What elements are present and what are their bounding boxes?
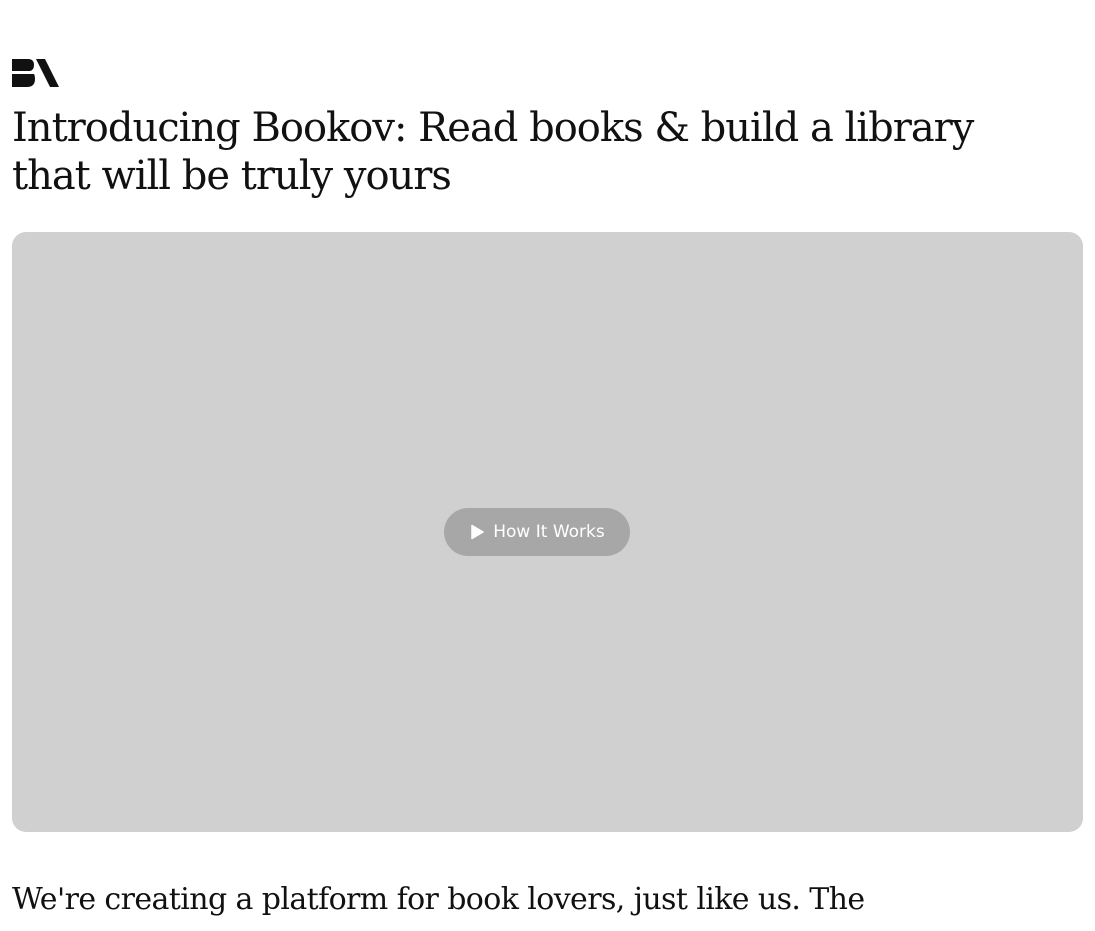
- bookov-logo-icon[interactable]: [12, 57, 60, 89]
- play-icon: [471, 524, 484, 540]
- how-it-works-button[interactable]: How It Works: [444, 508, 630, 556]
- page-title: Introducing Bookov: Read books & build a…: [12, 105, 974, 199]
- how-it-works-label: How It Works: [493, 522, 605, 542]
- intro-paragraph: We're creating a platform for book lover…: [12, 882, 865, 917]
- video-player[interactable]: How It Works: [12, 232, 1083, 832]
